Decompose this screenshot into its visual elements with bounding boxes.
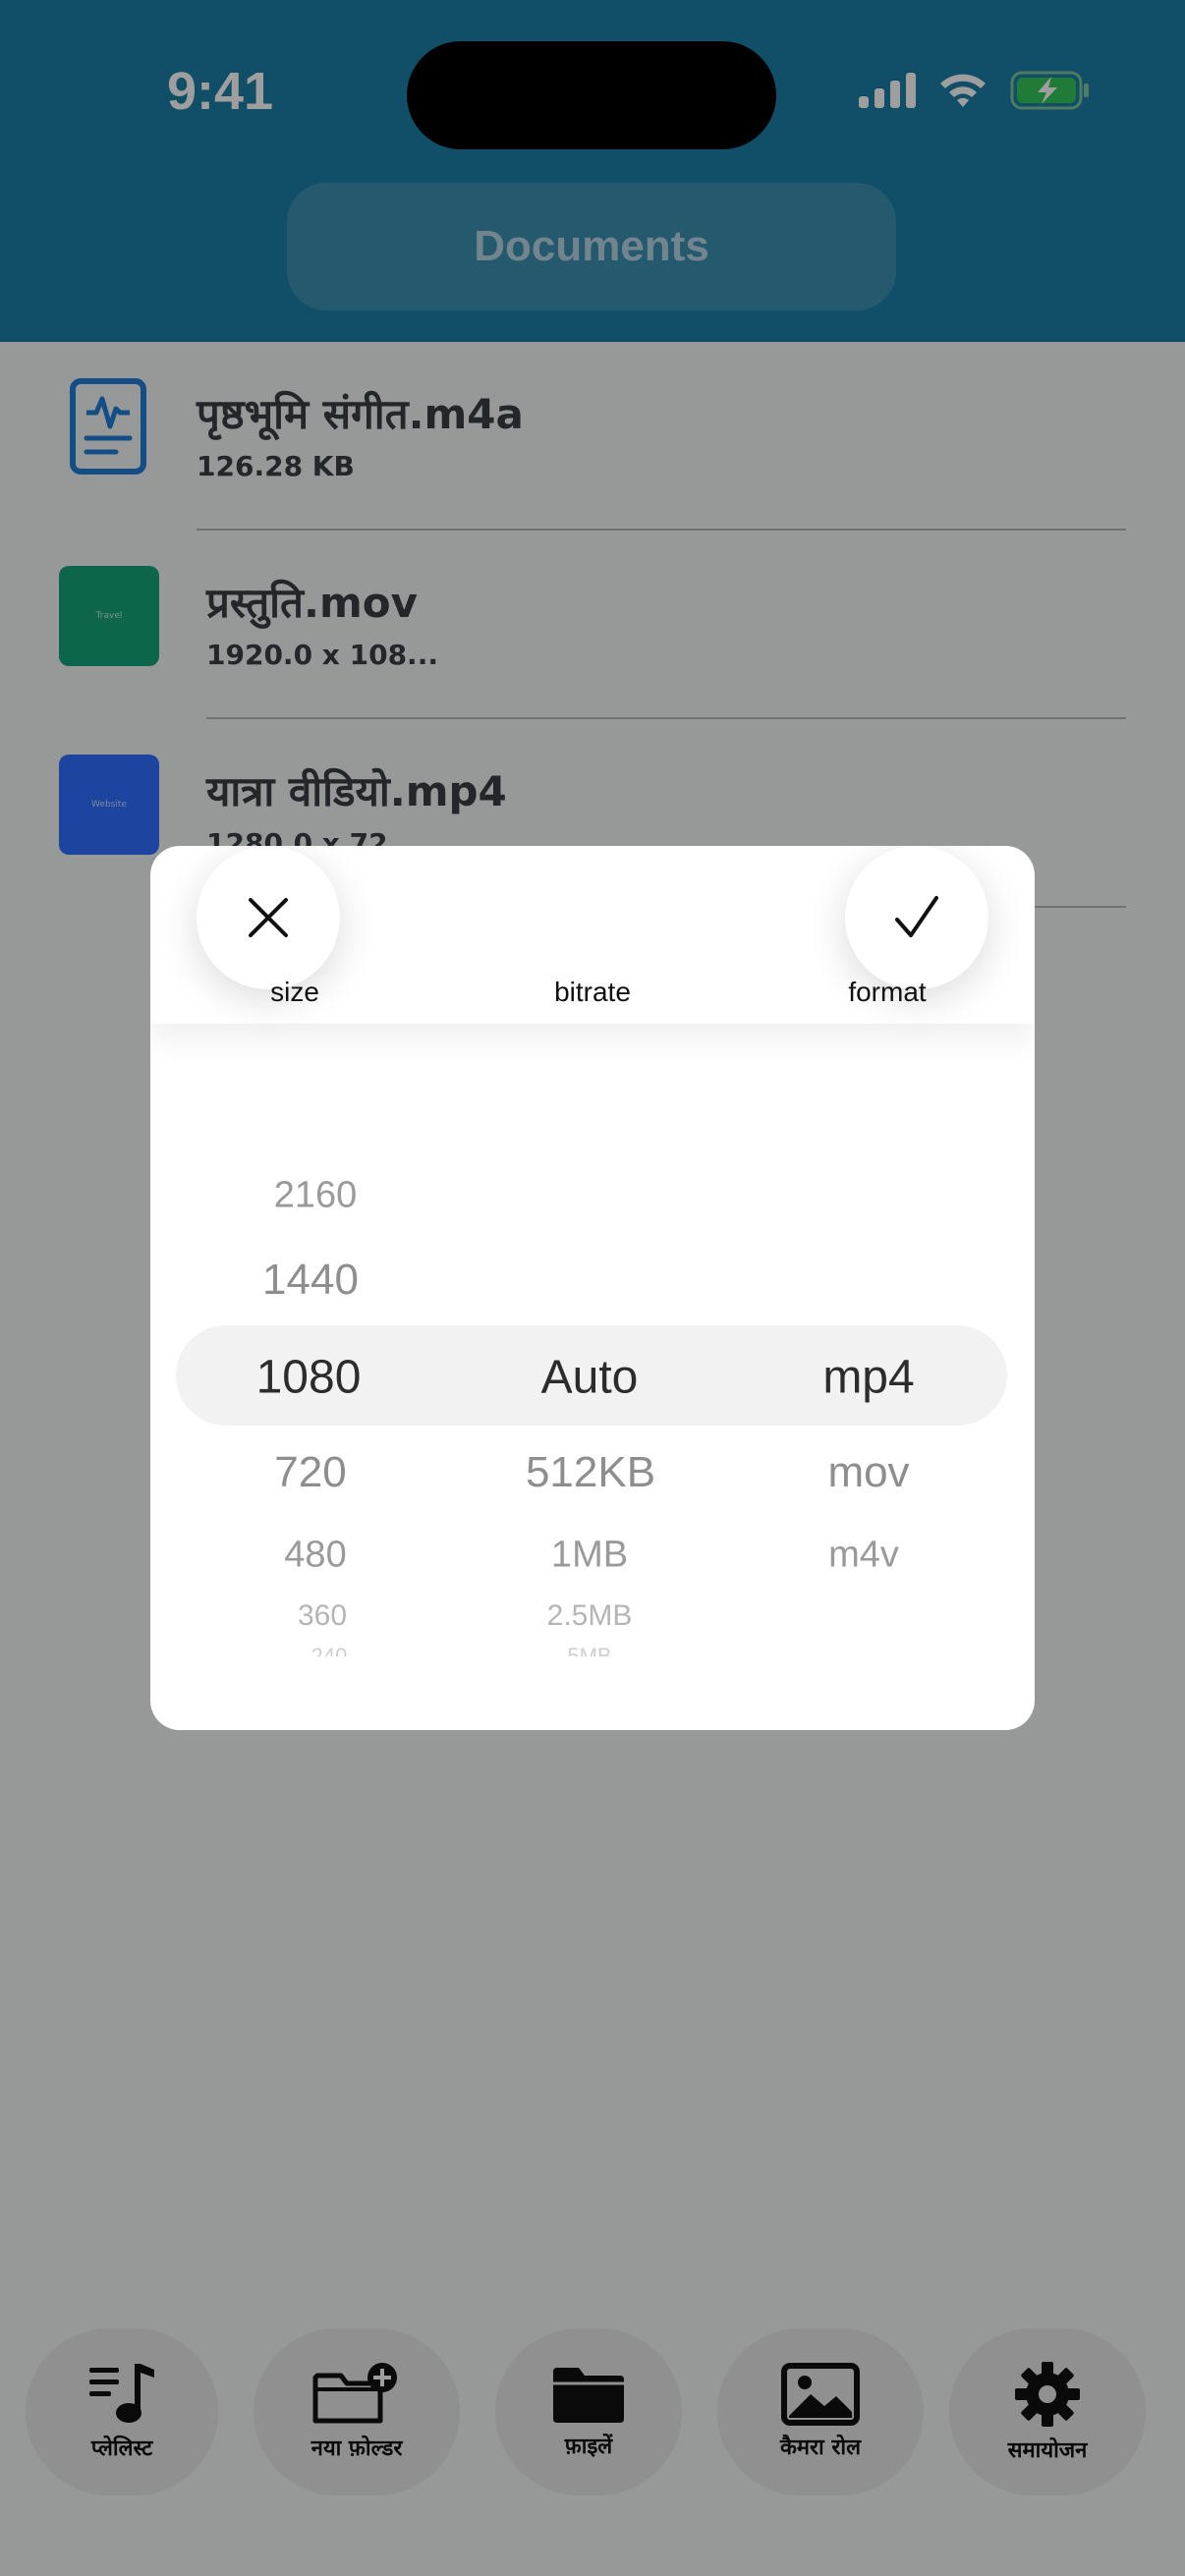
checkmark-icon	[895, 896, 938, 937]
size-option[interactable]: 480	[284, 1535, 346, 1577]
size-option[interactable]: 1440	[262, 1256, 359, 1305]
cancel-button[interactable]	[197, 846, 340, 989]
close-icon	[249, 898, 288, 937]
bitrate-option-selected[interactable]: Auto	[541, 1351, 639, 1405]
bitrate-option[interactable]: 5MB	[567, 1643, 611, 1656]
confirm-button[interactable]	[845, 846, 988, 989]
size-option[interactable]: 360	[298, 1599, 347, 1633]
size-option[interactable]: 2160	[274, 1175, 358, 1217]
size-option-selected[interactable]: 1080	[256, 1351, 362, 1405]
video-export-picker: size bitrate format 2160 1440 1080 720 4…	[150, 846, 1035, 1730]
format-option[interactable]: m4v	[828, 1535, 899, 1577]
format-option[interactable]: mov	[827, 1448, 909, 1497]
format-option-selected[interactable]: mp4	[822, 1351, 914, 1405]
column-title-bitrate: bitrate	[554, 977, 631, 1007]
bitrate-option[interactable]: 2.5MB	[547, 1599, 633, 1633]
size-option[interactable]: 240	[311, 1643, 348, 1656]
column-title-size: size	[270, 977, 319, 1007]
column-title-format: format	[848, 977, 927, 1007]
bitrate-option[interactable]: 1MB	[551, 1535, 628, 1577]
bitrate-option[interactable]: 512KB	[526, 1448, 655, 1497]
size-option[interactable]: 720	[274, 1448, 346, 1497]
